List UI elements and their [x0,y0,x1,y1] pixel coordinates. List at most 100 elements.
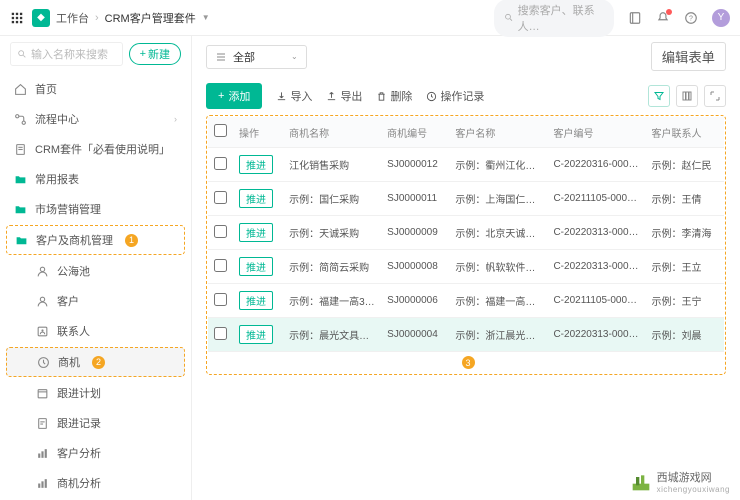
columns-button[interactable] [676,85,698,107]
import-icon [276,91,287,102]
chart-icon [36,447,49,460]
breadcrumb-item-suite[interactable]: CRM客户管理套件 [105,10,196,26]
sidebar-item-11[interactable]: 跟进记录 [0,408,191,438]
cust-icon [36,265,49,278]
column-header-2[interactable]: 商机编号 [381,117,449,148]
cell-name: 示例：国仁采购 [283,182,381,216]
add-button[interactable]: + 添加 [206,83,262,109]
table-row[interactable]: 推进示例：简简云采购SJ0000008示例：帆软软件有限公司C-20220313… [208,250,724,284]
cell-customer: 示例：福建一高集团 [449,284,547,318]
push-button[interactable]: 推进 [239,325,273,344]
sidebar-item-9[interactable]: 商机2 [6,347,185,377]
new-button[interactable]: + 新建 [129,43,181,65]
folder-icon [15,234,28,247]
edit-form-button[interactable]: 编辑表单 [651,42,726,71]
apps-grid-icon[interactable] [10,11,24,25]
sidebar-item-label: 跟进计划 [57,385,101,401]
table-row[interactable]: 推进示例：国仁采购SJ0000011示例：上海国仁有限…C-20211105-0… [208,182,724,216]
breadcrumb-item-workspace[interactable]: 工作台 [56,10,89,26]
cell-contact: 示例：王倩 [646,182,724,216]
cell-name: 江化销售采购 [283,148,381,182]
sidebar-item-1[interactable]: 流程中心 › [0,104,191,134]
row-checkbox[interactable] [214,157,227,170]
column-header-3[interactable]: 客户名称 [449,117,547,148]
main-area: 全部 ⌄ 编辑表单 + 添加 导入 导出 删除 操作记录 操作商机名称商机编号客… [192,36,740,500]
table-row[interactable]: 推进示例：福建一高3月订单SJ0000006示例：福建一高集团C-2021110… [208,284,724,318]
global-search-input[interactable]: 搜索客户、联系人… [494,0,614,37]
sidebar-item-3[interactable]: 常用报表 [0,164,191,194]
table-row[interactable]: 推进示例：晨光文具设备…SJ0000004示例：浙江晨光文具…C-2022031… [208,318,724,352]
row-checkbox[interactable] [214,225,227,238]
view-selector[interactable]: 全部 ⌄ [206,45,307,69]
push-button[interactable]: 推进 [239,291,273,310]
avatar[interactable]: Y [712,9,730,27]
sidebar-item-label: 商机分析 [57,475,101,491]
search-icon [504,12,514,23]
sidebar-item-label: 首页 [35,81,57,97]
delete-button[interactable]: 删除 [376,88,412,104]
sidebar-item-8[interactable]: 联系人 [0,316,191,346]
sidebar-item-label: 市场营销管理 [35,201,101,217]
sidebar-item-6[interactable]: 公海池 [0,256,191,286]
column-header-4[interactable]: 客户编号 [547,117,645,148]
push-button[interactable]: 推进 [239,189,273,208]
select-all-checkbox[interactable] [214,124,227,137]
help-icon[interactable] [684,11,698,25]
push-button[interactable]: 推进 [239,257,273,276]
sidebar-item-12[interactable]: 客户分析 [0,438,191,468]
push-button[interactable]: 推进 [239,155,273,174]
notification-icon[interactable] [656,11,670,25]
export-button[interactable]: 导出 [326,88,362,104]
cell-code: SJ0000004 [381,318,449,352]
chevron-right-icon: › [174,114,177,124]
column-header-5[interactable]: 客户联系人 [646,117,724,148]
operation-log-button[interactable]: 操作记录 [426,88,484,104]
row-checkbox[interactable] [214,259,227,272]
export-icon [326,91,337,102]
expand-button[interactable] [704,85,726,107]
cell-name: 示例：福建一高3月订单 [283,284,381,318]
folder-icon [14,203,27,216]
cell-customer: 示例：浙江晨光文具… [449,318,547,352]
filter-button[interactable] [648,85,670,107]
cell-name: 示例：简简云采购 [283,250,381,284]
cell-custcode: C-20211105-0000001 [547,182,645,216]
cell-custcode: C-20220313-0000004 [547,318,645,352]
home-icon [14,83,27,96]
import-button[interactable]: 导入 [276,88,312,104]
sidebar-item-label: 联系人 [57,323,90,339]
cell-customer: 示例：上海国仁有限… [449,182,547,216]
manual-icon[interactable] [628,11,642,25]
sidebar-item-7[interactable]: 客户 [0,286,191,316]
sidebar-item-4[interactable]: 市场营销管理 [0,194,191,224]
sidebar-item-13[interactable]: 商机分析 [0,468,191,498]
sidebar-item-label: 流程中心 [35,111,79,127]
cell-code: SJ0000012 [381,148,449,182]
cell-contact: 示例：王立 [646,250,724,284]
row-checkbox[interactable] [214,293,227,306]
annotation-badge: 2 [92,356,105,369]
caret-down-icon[interactable]: ▼ [202,13,210,22]
cell-customer: 示例：北京天诚软件… [449,216,547,250]
push-button[interactable]: 推进 [239,223,273,242]
logo-icon: ◆ [32,9,50,27]
table-row[interactable]: 推进示例：天诚采购SJ0000009示例：北京天诚软件…C-20220313-0… [208,216,724,250]
cell-contact: 示例：王宁 [646,284,724,318]
column-header-0[interactable]: 操作 [233,117,283,148]
sidebar-item-10[interactable]: 跟进计划 [0,378,191,408]
sidebar-item-2[interactable]: CRM套件「必看使用说明」 [0,134,191,164]
list-icon [215,51,227,63]
sidebar-item-5[interactable]: 客户及商机管理1 [6,225,185,255]
topbar: ◆ 工作台 › CRM客户管理套件 ▼ 搜索客户、联系人… Y [0,0,740,36]
row-checkbox[interactable] [214,327,227,340]
columns-icon [681,90,693,102]
row-checkbox[interactable] [214,191,227,204]
table-row[interactable]: 推进江化销售采购SJ0000012示例：衢州江化集团C-20220316-000… [208,148,724,182]
sidebar-item-0[interactable]: 首页 [0,74,191,104]
sidebar-search-input[interactable]: 输入名称来搜索 [10,42,123,66]
cell-customer: 示例：衢州江化集团 [449,148,547,182]
sidebar-item-label: 客户 [57,293,79,309]
cell-custcode: C-20211105-0000004 [547,284,645,318]
data-table: 操作商机名称商机编号客户名称客户编号客户联系人 推进江化销售采购SJ000001… [208,117,724,352]
column-header-1[interactable]: 商机名称 [283,117,381,148]
